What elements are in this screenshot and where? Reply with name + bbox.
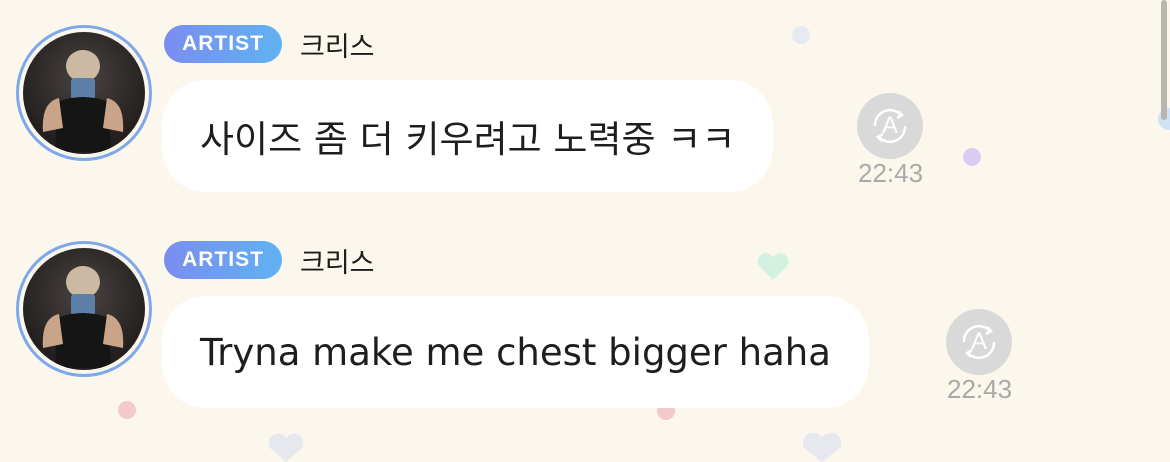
artist-badge: ARTIST <box>164 241 282 279</box>
sender-name: 크리스 <box>300 247 375 279</box>
sender-name: 크리스 <box>300 31 375 63</box>
message-bubble: Tryna make me chest bigger haha <box>162 296 869 408</box>
timestamp: 22:43 <box>947 374 1013 404</box>
avatar-photo <box>23 32 145 154</box>
avatar[interactable] <box>16 25 152 161</box>
heart-icon <box>802 432 842 462</box>
translate-button[interactable]: A <box>946 309 1012 375</box>
message-bubble: 사이즈 좀 더 키우려고 노력중 ㅋㅋ <box>162 80 774 192</box>
translate-button[interactable]: A <box>857 93 923 159</box>
artist-badge: ARTIST <box>164 25 282 63</box>
chat-message: ARTIST 크리스 Tryna make me chest bigger ha… <box>0 216 1100 416</box>
translate-icon-label: A <box>970 328 987 355</box>
timestamp: 22:43 <box>858 158 924 188</box>
heart-icon <box>268 433 304 462</box>
translate-icon-label: A <box>881 112 898 139</box>
chat-message: ARTIST 크리스 사이즈 좀 더 키우려고 노력중 ㅋㅋ A 22:43 <box>0 0 1100 200</box>
avatar-photo <box>23 248 145 370</box>
scrollbar[interactable] <box>1161 0 1167 120</box>
avatar[interactable] <box>16 241 152 377</box>
